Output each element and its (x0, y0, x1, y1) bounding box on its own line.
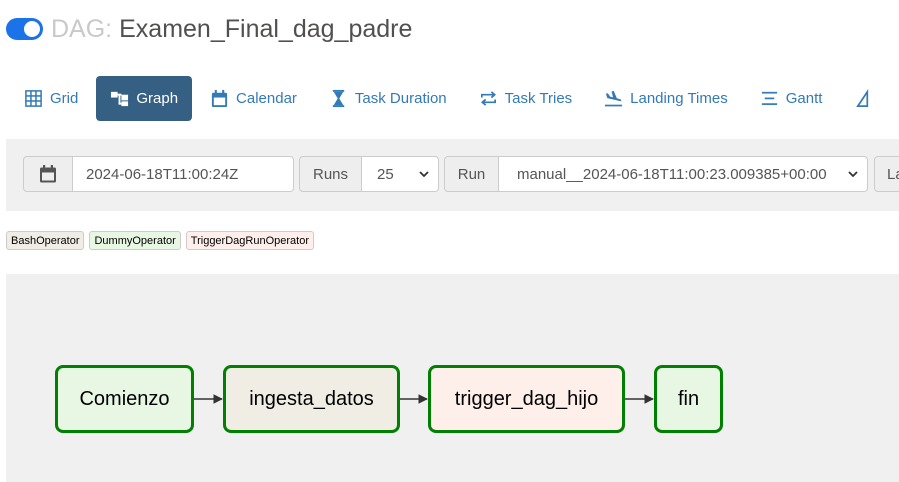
tab-grid-label: Grid (50, 90, 79, 107)
tab-graph[interactable]: Graph (96, 76, 193, 121)
graph-filter-bar: 2024-06-18T11:00:24Z Runs 25 Run manual_… (6, 139, 899, 211)
task-node-ingesta-datos[interactable]: ingesta_datos (223, 365, 400, 433)
filter-form: 2024-06-18T11:00:24Z Runs 25 Run manual_… (23, 156, 899, 192)
toggle-knob (24, 21, 40, 37)
tab-task-tries[interactable]: Task Tries (465, 76, 587, 121)
legend-trigger-dag-run-operator[interactable]: TriggerDagRunOperator (185, 231, 314, 250)
tab-landing-times[interactable]: Landing Times (590, 76, 742, 121)
tab-gantt-label: Gantt (785, 90, 823, 107)
grid-icon (25, 90, 42, 107)
task-node-trigger-dag-hijo[interactable]: trigger_dag_hijo (428, 365, 625, 433)
task-node-comienzo[interactable]: Comienzo (55, 365, 194, 433)
run-select[interactable]: manual__2024-06-18T11:00:23.009385+00:00 (499, 156, 868, 192)
graph-icon (111, 91, 129, 107)
retry-icon (480, 91, 496, 106)
legend-bash-operator[interactable]: BashOperator (6, 231, 85, 250)
run-label: Run (444, 156, 499, 192)
graph-canvas[interactable]: Comienzo ingesta_datos trigger_dag_hijo … (6, 274, 899, 482)
tab-task-duration-label: Task Duration (354, 90, 447, 107)
hourglass-icon (332, 89, 345, 108)
date-picker-button[interactable] (23, 156, 73, 192)
legend-dummy-operator[interactable]: DummyOperator (89, 231, 181, 250)
gantt-icon (761, 91, 777, 105)
dag-pause-toggle[interactable] (6, 18, 43, 40)
dag-view-tabs: Grid Graph Calendar Task Duration Task T… (10, 76, 898, 121)
runs-label: Runs (299, 156, 362, 192)
tab-calendar[interactable]: Calendar (196, 76, 311, 121)
tab-grid[interactable]: Grid (10, 76, 92, 121)
tab-task-duration[interactable]: Task Duration (315, 76, 461, 121)
chevron-down-icon (848, 171, 858, 178)
calendar-icon (211, 89, 228, 108)
tab-details-cropped[interactable] (840, 76, 894, 121)
tab-task-tries-label: Task Tries (504, 90, 573, 107)
chevron-down-icon (419, 171, 429, 178)
triangle-ruler-icon (856, 89, 869, 107)
dag-title: Examen_Final_dag_padre (119, 14, 413, 43)
operator-legend: BashOperator DummyOperator TriggerDagRun… (6, 231, 319, 250)
plane-landing-icon (605, 90, 623, 107)
tab-gantt[interactable]: Gantt (746, 76, 837, 121)
dag-prefix: DAG: (51, 14, 113, 43)
calendar-icon (40, 165, 56, 183)
runs-select-value: 25 (377, 165, 394, 183)
tab-calendar-label: Calendar (236, 90, 297, 107)
runs-select[interactable]: 25 (362, 156, 439, 192)
base-date-input[interactable]: 2024-06-18T11:00:24Z (73, 156, 294, 192)
run-select-value: manual__2024-06-18T11:00:23.009385+00:00 (517, 165, 827, 183)
tab-graph-label: Graph (136, 90, 179, 107)
layout-label: La (874, 156, 899, 192)
dag-header: DAG: Examen_Final_dag_padre (6, 12, 412, 46)
task-node-fin[interactable]: fin (654, 365, 723, 433)
tab-landing-times-label: Landing Times (630, 90, 728, 107)
